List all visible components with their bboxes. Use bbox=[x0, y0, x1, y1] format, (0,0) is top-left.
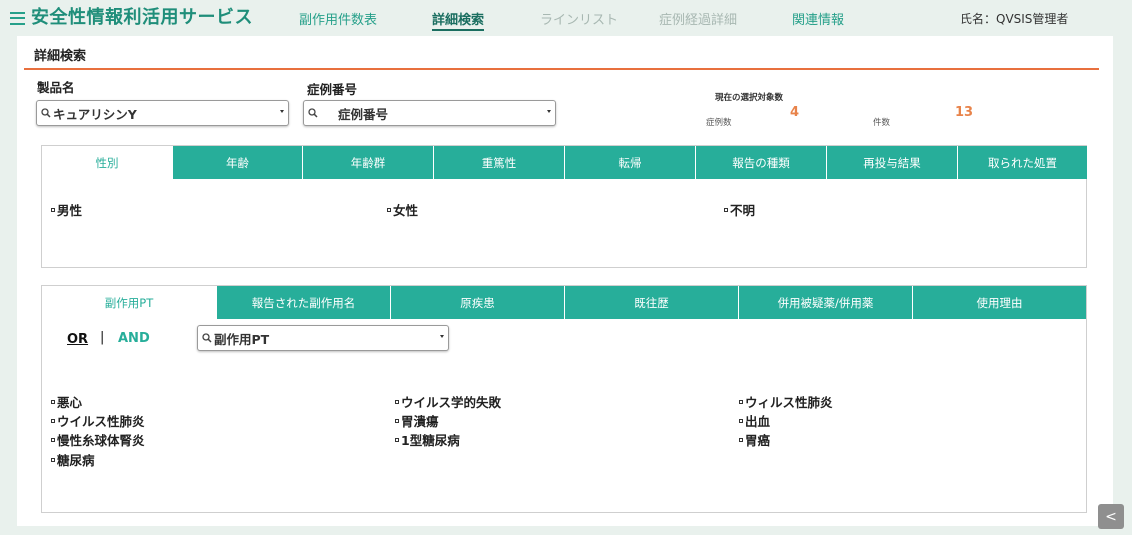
case-count-label: 症例数 bbox=[706, 118, 732, 128]
top-navigation-bar: 安全性情報利活用サービス 副作用件数表 詳細検索 ラインリスト 症例経過詳細 関… bbox=[0, 0, 1132, 34]
product-name-value: キュアリシンY bbox=[53, 106, 137, 122]
pt-option[interactable]: 慢性糸球体腎炎 bbox=[51, 430, 145, 449]
checkbox-icon bbox=[395, 399, 399, 404]
checkbox-icon bbox=[51, 399, 55, 404]
hamburger-menu-icon[interactable] bbox=[10, 11, 25, 25]
tab-age-group[interactable]: 年齢群 bbox=[302, 146, 433, 179]
case-count-value: 4 bbox=[790, 105, 800, 120]
title-divider bbox=[24, 68, 1099, 70]
checkbox-icon bbox=[739, 399, 743, 404]
checkbox-icon bbox=[724, 207, 728, 212]
pt-option[interactable]: ウイルス学的失敗 bbox=[395, 392, 501, 411]
adverse-event-pt-value: 副作用PT bbox=[214, 331, 270, 347]
user-name: 氏名：QVSIS管理者 bbox=[960, 12, 1069, 26]
checkbox-icon bbox=[387, 207, 391, 212]
adverse-event-panel: 副作用PT 報告された副作用名 原疾患 既往歴 併用被疑薬/併用薬 使用理由 O… bbox=[41, 285, 1087, 513]
option-female[interactable]: 女性 bbox=[387, 200, 418, 219]
pt-option[interactable]: 胃潰瘍 bbox=[395, 411, 439, 430]
pt-option[interactable]: ウイルス性肺炎 bbox=[51, 411, 145, 430]
option-label: ウイルス学的失敗 bbox=[401, 395, 502, 410]
patient-attribute-tabs: 性別 年齢 年齢群 重篤性 転帰 報告の種類 再投与結果 取られた処置 bbox=[42, 146, 1087, 179]
pt-option[interactable]: 1型糖尿病 bbox=[395, 430, 460, 449]
pt-option[interactable]: 糖尿病 bbox=[51, 450, 95, 469]
nav-related-info[interactable]: 関連情報 bbox=[792, 9, 844, 28]
option-label: ウイルス性肺炎 bbox=[57, 414, 145, 429]
case-number-select[interactable]: 症例番号 bbox=[303, 100, 556, 126]
app-brand: 安全性情報利活用サービス bbox=[10, 3, 253, 29]
pt-option[interactable]: 悪心 bbox=[51, 392, 82, 411]
nav-adverse-event-counts[interactable]: 副作用件数表 bbox=[299, 9, 377, 28]
nav-line-list[interactable]: ラインリスト bbox=[540, 9, 618, 28]
selection-count-title: 現在の選択対象数 bbox=[715, 93, 784, 103]
detailed-search-card: 詳細検索 製品名 キュアリシンY 症例番号 症例番号 現在の選択対象数 症例数 … bbox=[17, 36, 1113, 526]
case-number-placeholder: 症例番号 bbox=[338, 106, 389, 122]
tab-medical-history[interactable]: 既往歴 bbox=[564, 286, 738, 319]
tab-outcome[interactable]: 転帰 bbox=[564, 146, 695, 179]
checkbox-icon bbox=[739, 437, 743, 442]
tab-action-taken[interactable]: 取られた処置 bbox=[957, 146, 1087, 179]
report-count-label: 件数 bbox=[873, 118, 891, 128]
report-count-value: 13 bbox=[955, 105, 974, 120]
checkbox-icon bbox=[395, 418, 399, 423]
app-title: 安全性情報利活用サービス bbox=[31, 7, 253, 28]
nav-detailed-search[interactable]: 詳細検索 bbox=[432, 9, 485, 31]
product-name-label: 製品名 bbox=[37, 80, 75, 95]
tab-reported-event-name[interactable]: 報告された副作用名 bbox=[216, 286, 390, 319]
option-label: 出血 bbox=[745, 414, 771, 429]
tab-primary-disease[interactable]: 原疾患 bbox=[390, 286, 564, 319]
option-label: 1型糖尿病 bbox=[401, 433, 460, 448]
tab-seriousness[interactable]: 重篤性 bbox=[433, 146, 564, 179]
search-icon bbox=[41, 108, 51, 118]
option-label: 悪心 bbox=[57, 395, 83, 410]
search-icon bbox=[308, 108, 318, 118]
dropdown-caret-icon bbox=[440, 335, 444, 338]
case-number-label: 症例番号 bbox=[307, 82, 358, 97]
checkbox-icon bbox=[739, 418, 743, 423]
patient-attribute-panel: 性別 年齢 年齢群 重篤性 転帰 報告の種類 再投与結果 取られた処置 男性 女… bbox=[41, 145, 1087, 268]
dropdown-caret-icon bbox=[547, 110, 551, 113]
option-label: 慢性糸球体腎炎 bbox=[57, 433, 145, 448]
option-male[interactable]: 男性 bbox=[51, 200, 82, 219]
logic-and-toggle[interactable]: AND bbox=[118, 331, 150, 346]
option-label: 不明 bbox=[730, 203, 756, 218]
pt-option[interactable]: 出血 bbox=[739, 411, 770, 430]
option-label: 胃癌 bbox=[745, 433, 771, 448]
checkbox-icon bbox=[51, 457, 55, 462]
pt-option[interactable]: ウィルス性肺炎 bbox=[739, 392, 833, 411]
option-label: 男性 bbox=[57, 203, 83, 218]
collapse-panel-button[interactable]: < bbox=[1098, 504, 1124, 529]
adverse-event-tabs: 副作用PT 報告された副作用名 原疾患 既往歴 併用被疑薬/併用薬 使用理由 bbox=[42, 286, 1086, 319]
logic-or-toggle[interactable]: OR bbox=[67, 332, 88, 347]
checkbox-icon bbox=[51, 437, 55, 442]
tab-concomitant-drugs[interactable]: 併用被疑薬/併用薬 bbox=[738, 286, 912, 319]
search-icon bbox=[202, 333, 212, 343]
option-label: 女性 bbox=[393, 203, 419, 218]
option-unknown[interactable]: 不明 bbox=[724, 200, 755, 219]
page-title: 詳細検索 bbox=[34, 49, 87, 64]
checkbox-icon bbox=[51, 207, 55, 212]
nav-case-progress-detail[interactable]: 症例経過詳細 bbox=[659, 9, 737, 28]
tab-sex[interactable]: 性別 bbox=[42, 146, 172, 179]
pt-option[interactable]: 胃癌 bbox=[739, 430, 770, 449]
tab-age[interactable]: 年齢 bbox=[172, 146, 302, 179]
product-name-select[interactable]: キュアリシンY bbox=[36, 100, 289, 126]
logic-separator: | bbox=[100, 330, 105, 345]
tab-rechallenge-result[interactable]: 再投与結果 bbox=[826, 146, 957, 179]
checkbox-icon bbox=[395, 437, 399, 442]
option-label: 糖尿病 bbox=[57, 453, 95, 468]
option-label: ウィルス性肺炎 bbox=[745, 395, 833, 410]
adverse-event-pt-select[interactable]: 副作用PT bbox=[197, 325, 449, 351]
tab-adverse-event-pt[interactable]: 副作用PT bbox=[42, 286, 216, 319]
tab-usage-reason[interactable]: 使用理由 bbox=[912, 286, 1086, 319]
tab-report-type[interactable]: 報告の種類 bbox=[695, 146, 826, 179]
checkbox-icon bbox=[51, 418, 55, 423]
dropdown-caret-icon bbox=[280, 110, 284, 113]
option-label: 胃潰瘍 bbox=[401, 414, 439, 429]
